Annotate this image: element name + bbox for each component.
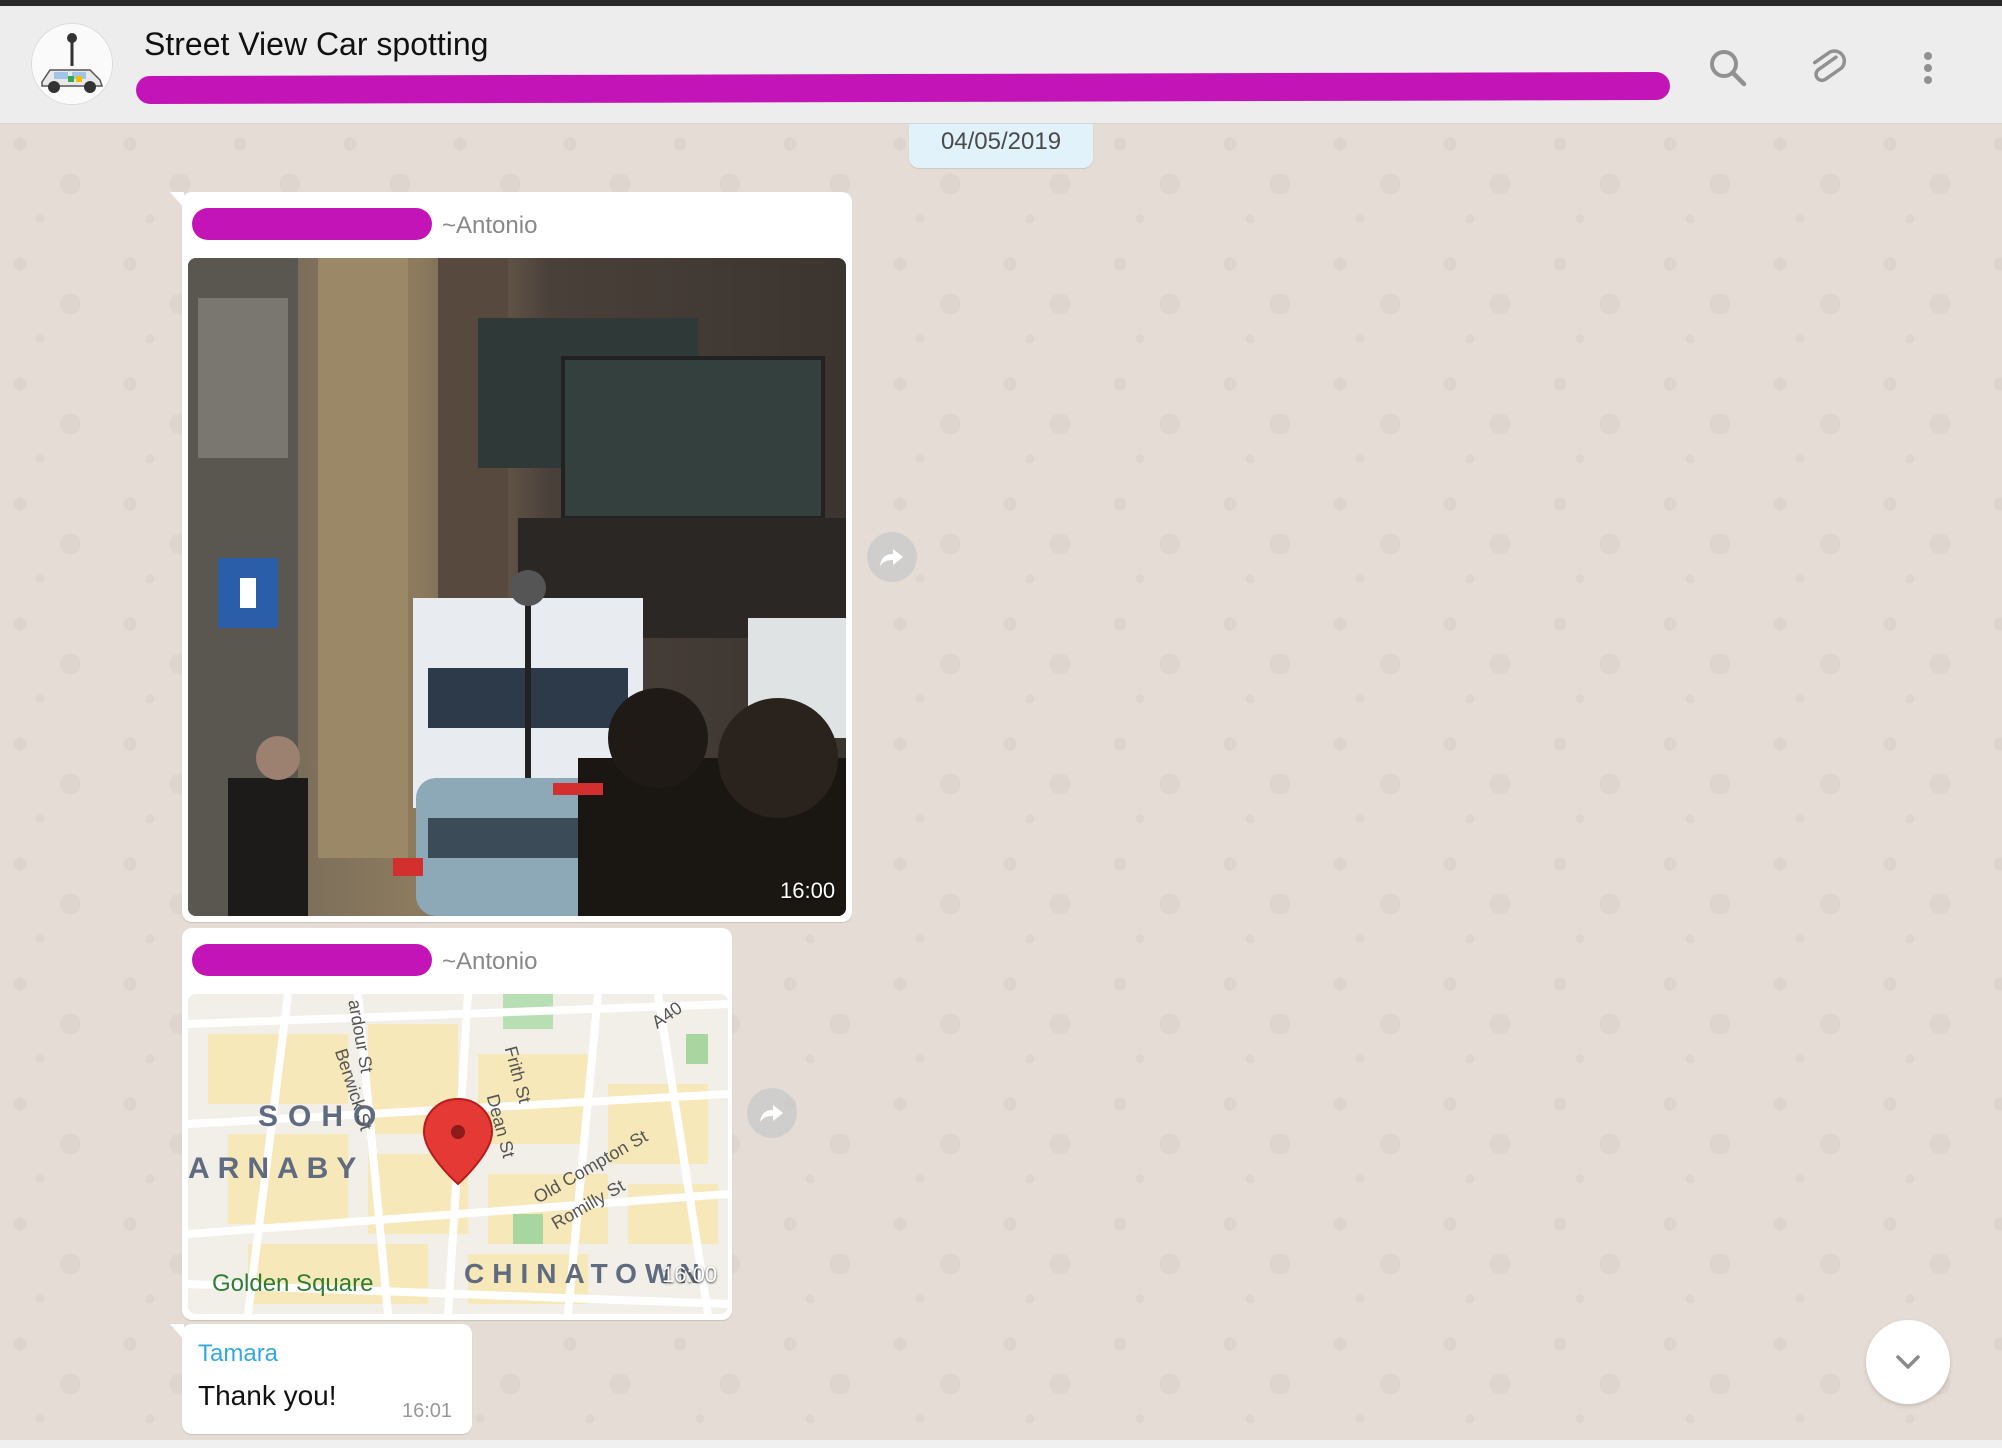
redacted-sender-number	[192, 208, 432, 240]
sender-name[interactable]: ~Antonio	[442, 212, 537, 240]
bubble-tail	[170, 192, 184, 208]
message-list[interactable]: 04/05/2019 ~Antonio 16:00 ~Antonio SOHO …	[0, 124, 2002, 1440]
text-message[interactable]: Tamara Thank you! 16:01	[170, 1324, 472, 1434]
paperclip-icon[interactable]	[1804, 44, 1852, 92]
image-message[interactable]: ~Antonio 16:00	[170, 192, 852, 922]
forward-button[interactable]	[747, 1088, 797, 1138]
redacted-participants	[135, 71, 1671, 105]
search-icon[interactable]	[1704, 44, 1752, 92]
scroll-to-bottom-button[interactable]	[1866, 1320, 1950, 1404]
forward-button[interactable]	[867, 532, 917, 582]
message-time: 16:00	[662, 1262, 718, 1287]
chat-header: Street View Car spotting	[0, 6, 2002, 124]
composer-edge	[0, 1440, 2002, 1448]
bubble-tail	[170, 1324, 184, 1340]
forward-arrow-icon	[760, 1105, 783, 1122]
group-avatar[interactable]	[32, 24, 112, 104]
street-view-car-photo[interactable]: 16:00	[188, 258, 846, 916]
message-time: 16:00	[780, 878, 836, 903]
chevron-down-icon	[1896, 1355, 1920, 1369]
date-chip: 04/05/2019	[909, 124, 1093, 168]
forward-arrow-icon	[880, 549, 903, 566]
message-text: Thank you!	[198, 1380, 337, 1411]
map-label-golden-square: Golden Square	[212, 1270, 374, 1297]
chat-title[interactable]: Street View Car spotting	[144, 26, 488, 63]
message-time: 16:01	[402, 1400, 453, 1422]
sender-name[interactable]: Tamara	[198, 1340, 278, 1368]
redacted-sender-number	[192, 944, 432, 976]
location-map[interactable]: SOHO ARNABY CHINATOWN Golden Square ardo…	[188, 994, 728, 1314]
sender-name[interactable]: ~Antonio	[442, 948, 537, 976]
street-view-car-avatar-image	[32, 24, 112, 104]
location-message[interactable]: ~Antonio SOHO ARNABY CHINATOWN Golden Sq…	[182, 928, 732, 1320]
map-label-arnaby: ARNABY	[188, 1152, 365, 1185]
more-vertical-icon[interactable]	[1904, 44, 1952, 92]
